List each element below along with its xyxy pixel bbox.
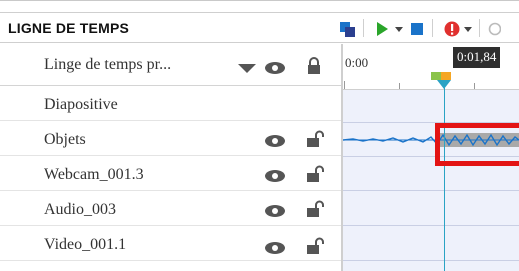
layers-icon[interactable] [339, 20, 357, 38]
track-row-webcam[interactable]: Webcam_001.3 [0, 157, 341, 191]
track-label: Objets [44, 131, 86, 148]
track-row-audio[interactable]: Audio_003 [0, 192, 341, 226]
panel-title: LIGNE DE TEMPS [8, 20, 130, 36]
track-row-objets[interactable]: Objets [0, 122, 341, 156]
top-border [0, 0, 519, 1]
eye-icon[interactable] [264, 61, 286, 75]
more-tools-icon[interactable] [487, 21, 501, 37]
track-row-timeline[interactable]: Linge de temps pr... [0, 44, 341, 86]
unlock-icon[interactable] [306, 130, 324, 148]
unlock-icon[interactable] [306, 165, 324, 183]
track-label: Webcam_001.3 [44, 166, 144, 183]
time-ruler[interactable]: 0:00 0:01,84 [343, 44, 519, 90]
track-label: Diapositive [44, 96, 118, 113]
track-label: Video_001.1 [44, 236, 127, 253]
timeline-track-diapositive[interactable] [343, 89, 519, 123]
timeline-track-audio[interactable] [343, 192, 519, 226]
selection-highlight [435, 123, 519, 166]
track-label: Audio_003 [44, 201, 116, 218]
ruler-tick [344, 81, 345, 89]
eye-icon[interactable] [264, 241, 286, 255]
alert-icon[interactable] [444, 20, 460, 38]
chevron-down-icon[interactable] [238, 64, 256, 73]
alert-dropdown-arrow-icon[interactable] [463, 26, 473, 34]
playhead-time-label: 0:01,84 [453, 47, 501, 68]
eye-icon[interactable] [264, 169, 286, 183]
unlock-icon[interactable] [306, 200, 324, 218]
timeline-track-video[interactable] [343, 227, 519, 261]
toolbar-separator [432, 19, 433, 37]
lock-icon[interactable] [306, 57, 322, 75]
eye-icon[interactable] [264, 204, 286, 218]
play-icon[interactable] [375, 21, 389, 37]
track-row-diapositive[interactable]: Diapositive [0, 87, 341, 121]
ruler-start-time: 0:00 [345, 55, 369, 70]
track-list: Linge de temps pr... Diapositive Objets … [0, 44, 341, 271]
playhead-line[interactable] [444, 88, 445, 271]
unlock-icon[interactable] [306, 237, 324, 255]
track-row-video[interactable]: Video_001.1 [0, 227, 341, 261]
timeline-header: LIGNE DE TEMPS [0, 12, 519, 43]
stop-icon[interactable] [410, 22, 424, 36]
play-dropdown-arrow-icon[interactable] [394, 26, 404, 34]
toolbar-separator [363, 19, 364, 37]
track-label: Linge de temps pr... [44, 56, 172, 73]
timeline-canvas[interactable]: 0:00 0:01,84 [343, 44, 519, 271]
eye-icon[interactable] [264, 134, 286, 148]
toolbar-separator [479, 19, 480, 37]
